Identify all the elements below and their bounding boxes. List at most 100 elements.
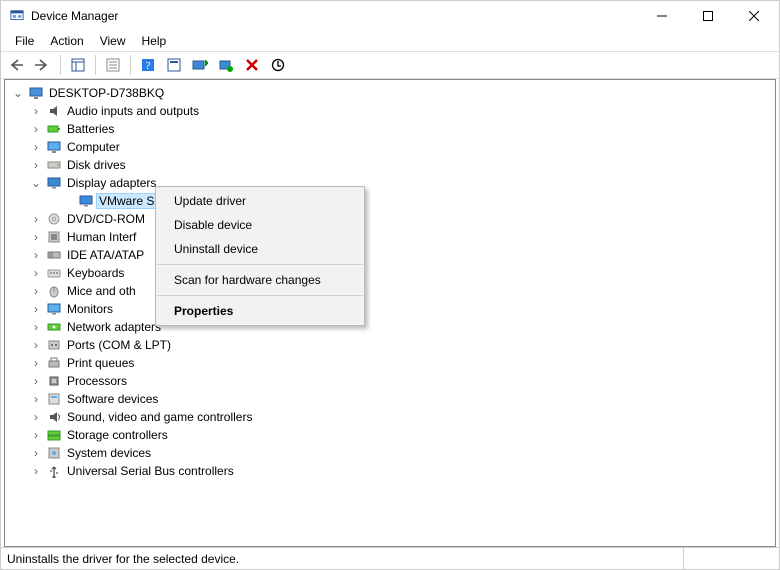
tree-item[interactable]: ›Disk drives	[5, 156, 775, 174]
tree-item[interactable]: ›System devices	[5, 444, 775, 462]
expand-icon[interactable]: ›	[29, 231, 43, 243]
menu-action[interactable]: Action	[42, 33, 91, 49]
update-driver-button[interactable]	[188, 54, 212, 76]
toolbar-button[interactable]	[162, 54, 186, 76]
computer-icon	[28, 85, 44, 101]
context-uninstall-device[interactable]: Uninstall device	[156, 237, 364, 261]
tree-item[interactable]: ›Monitors	[5, 300, 775, 318]
expand-icon[interactable]: ›	[29, 141, 43, 153]
device-category-icon	[46, 157, 62, 173]
expand-icon[interactable]: ›	[29, 285, 43, 297]
device-category-icon	[46, 121, 62, 137]
device-category-icon	[46, 229, 62, 245]
svg-text:?: ?	[146, 60, 151, 72]
expand-icon[interactable]: ›	[29, 357, 43, 369]
expand-icon[interactable]: ›	[29, 267, 43, 279]
tree-item-label: Software devices	[65, 392, 160, 406]
menu-help[interactable]: Help	[134, 33, 175, 49]
expand-icon[interactable]: ›	[29, 393, 43, 405]
tree-item[interactable]: › Human Interf	[5, 228, 775, 246]
expand-icon[interactable]: ›	[29, 447, 43, 459]
tree-item[interactable]: › Network adapters	[5, 318, 775, 336]
tree-item-label: Storage controllers	[65, 428, 170, 442]
tree-item[interactable]: › Storage controllers	[5, 426, 775, 444]
tree-item[interactable]: ›Mice and oth	[5, 282, 775, 300]
menu-file[interactable]: File	[7, 33, 42, 49]
tree-item[interactable]: ›Universal Serial Bus controllers	[5, 462, 775, 480]
device-category-icon	[46, 103, 62, 119]
device-category-icon	[46, 211, 62, 227]
tree-item[interactable]: ›DVD/CD-ROM	[5, 210, 775, 228]
tree-item[interactable]: ⌄Display adapters	[5, 174, 775, 192]
expand-icon[interactable]: ›	[29, 411, 43, 423]
expand-icon[interactable]: ›	[29, 465, 43, 477]
context-disable-device[interactable]: Disable device	[156, 213, 364, 237]
show-hide-tree-button[interactable]	[66, 54, 90, 76]
context-scan-hardware[interactable]: Scan for hardware changes	[156, 268, 364, 292]
close-button[interactable]	[731, 1, 777, 31]
expand-icon[interactable]: ⌄	[11, 87, 25, 99]
tree-item[interactable]: › Audio inputs and outputs	[5, 102, 775, 120]
device-category-icon	[46, 355, 62, 371]
status-cell	[683, 548, 773, 569]
tree-item[interactable]: ›Keyboards	[5, 264, 775, 282]
tree-item[interactable]: › Software devices	[5, 390, 775, 408]
expand-icon[interactable]: ›	[29, 249, 43, 261]
device-category-icon	[46, 265, 62, 281]
expand-icon[interactable]: ›	[29, 105, 43, 117]
help-button[interactable]: ?	[136, 54, 160, 76]
maximize-button[interactable]	[685, 1, 731, 31]
tree-item[interactable]: › Sound, video and game controllers	[5, 408, 775, 426]
forward-button[interactable]	[31, 54, 55, 76]
context-properties[interactable]: Properties	[156, 299, 364, 323]
expand-icon[interactable]: ›	[29, 159, 43, 171]
uninstall-button[interactable]	[240, 54, 264, 76]
tree-item[interactable]: ›Ports (COM & LPT)	[5, 336, 775, 354]
expand-icon[interactable]: ›	[29, 123, 43, 135]
tree-item[interactable]: › IDE ATA/ATAP	[5, 246, 775, 264]
tree-root[interactable]: ⌄ DESKTOP-D738BKQ	[5, 84, 775, 102]
expand-icon[interactable]: ›	[29, 375, 43, 387]
scan-hardware-button[interactable]	[214, 54, 238, 76]
tree-item-label: IDE ATA/ATAP	[65, 248, 146, 262]
device-category-icon	[46, 427, 62, 443]
tree-item[interactable]: › Batteries	[5, 120, 775, 138]
tree-item-label: Network adapters	[65, 320, 163, 334]
display-adapter-icon	[78, 193, 94, 209]
device-tree[interactable]: ⌄ DESKTOP-D738BKQ › Audio inputs and outp…	[4, 79, 776, 547]
tree-item-label: Audio inputs and outputs	[65, 104, 201, 118]
expand-icon[interactable]: ›	[29, 213, 43, 225]
tree-item[interactable]: › Processors	[5, 372, 775, 390]
back-button[interactable]	[5, 54, 29, 76]
tree-root-label: DESKTOP-D738BKQ	[47, 86, 166, 100]
disable-button[interactable]	[266, 54, 290, 76]
menu-view[interactable]: View	[92, 33, 134, 49]
device-category-icon	[46, 463, 62, 479]
device-category-icon	[46, 409, 62, 425]
context-update-driver[interactable]: Update driver	[156, 189, 364, 213]
device-category-icon	[46, 139, 62, 155]
device-category-icon	[46, 445, 62, 461]
context-separator	[157, 264, 363, 265]
properties-button[interactable]	[101, 54, 125, 76]
expand-icon[interactable]: ›	[29, 321, 43, 333]
tree-item[interactable]: ›Print queues	[5, 354, 775, 372]
tree-item-label: Sound, video and game controllers	[65, 410, 254, 424]
tree-item-label: Processors	[65, 374, 129, 388]
tree-item-label: Batteries	[65, 122, 116, 136]
device-category-icon	[46, 337, 62, 353]
window-title: Device Manager	[31, 9, 639, 23]
expand-icon[interactable]: ›	[29, 339, 43, 351]
device-category-icon	[46, 319, 62, 335]
minimize-button[interactable]	[639, 1, 685, 31]
expand-icon[interactable]: ›	[29, 429, 43, 441]
expand-icon[interactable]: ⌄	[29, 177, 43, 189]
tree-item-selected[interactable]: VMware S	[5, 192, 775, 210]
tree-item[interactable]: ›Computer	[5, 138, 775, 156]
tree-item-label: Human Interf	[65, 230, 138, 244]
toolbar-separator	[130, 55, 131, 75]
status-bar: Uninstalls the driver for the selected d…	[1, 547, 779, 569]
context-separator	[157, 295, 363, 296]
expand-icon[interactable]: ›	[29, 303, 43, 315]
tree-item-label: VMware S	[97, 194, 156, 208]
